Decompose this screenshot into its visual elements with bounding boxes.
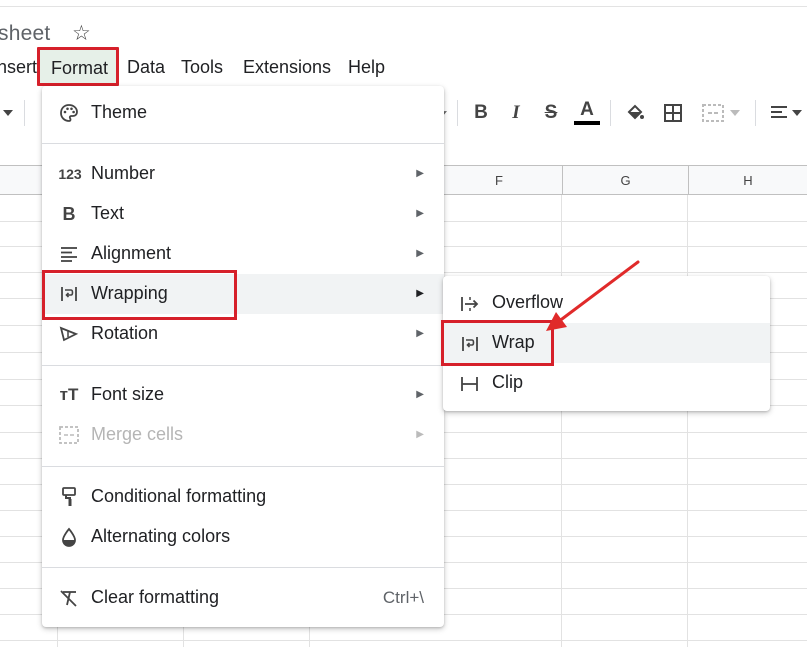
annotation-arrow-icon — [546, 260, 640, 331]
